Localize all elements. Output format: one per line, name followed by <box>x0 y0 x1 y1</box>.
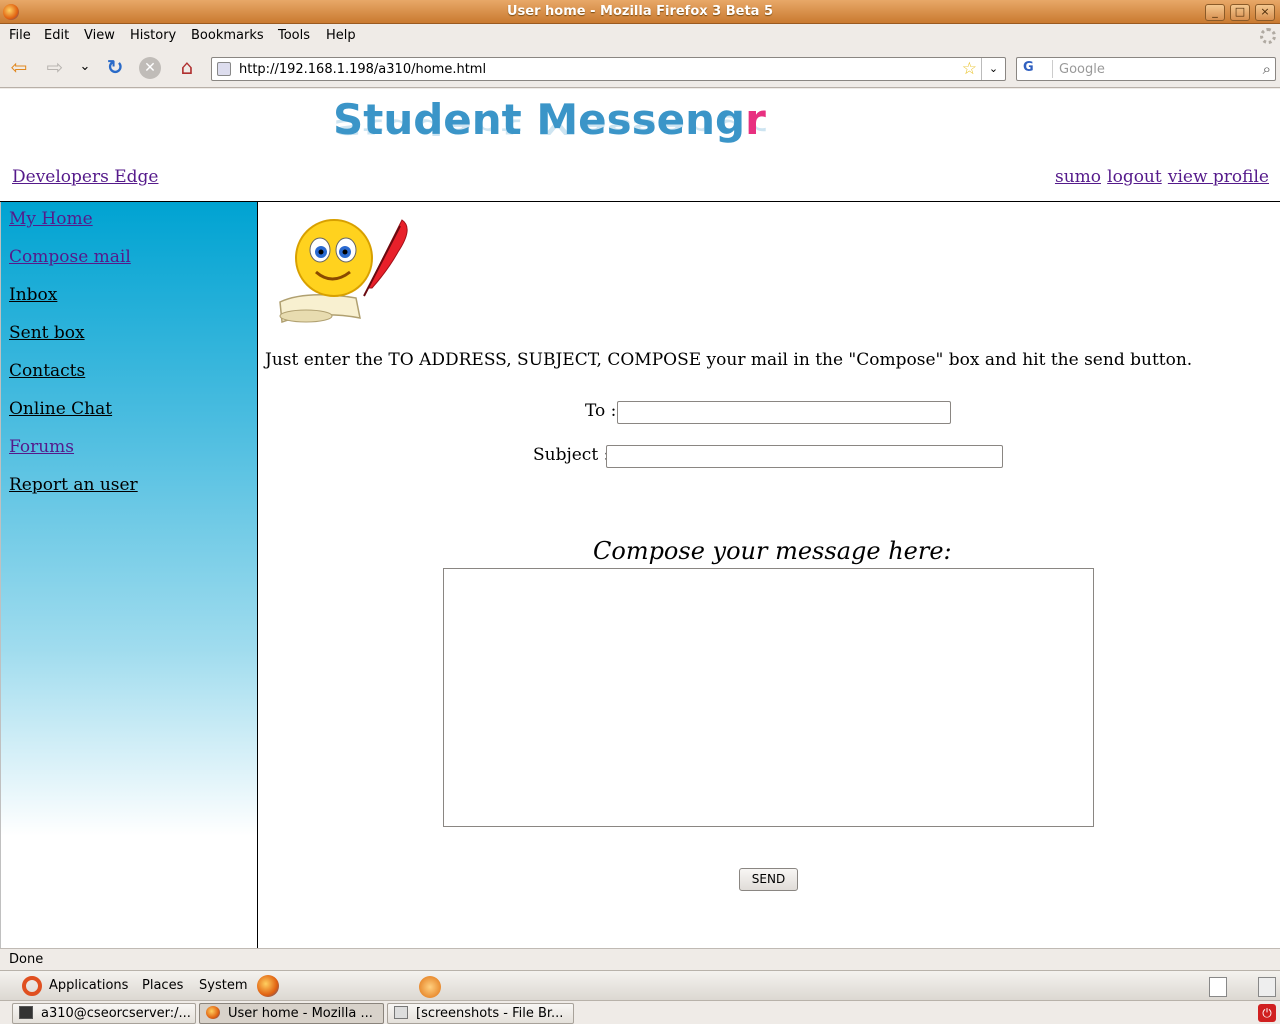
view-profile-link[interactable]: view profile <box>1168 167 1269 187</box>
system-menu[interactable]: System <box>199 978 247 993</box>
url-dropdown-icon[interactable]: ⌄ <box>981 58 1005 80</box>
developers-edge-link[interactable]: Developers Edge <box>12 167 158 187</box>
menu-help[interactable]: Help <box>326 28 356 43</box>
throbber-icon <box>1260 28 1276 44</box>
stop-button[interactable]: ✕ <box>139 57 161 79</box>
task-file-browser[interactable]: [screenshots - File Br... <box>387 1003 574 1024</box>
compose-instructions: Just enter the TO ADDRESS, SUBJECT, COMP… <box>265 350 1193 370</box>
web-page: Student Messengr Student Messengr Develo… <box>0 89 1280 948</box>
close-button[interactable]: × <box>1255 4 1275 21</box>
sidebar: My Home Compose mail Inbox Sent box Cont… <box>0 202 258 948</box>
compose-heading: Compose your message here: <box>593 537 952 565</box>
applications-menu[interactable]: Applications <box>49 978 128 993</box>
subject-field[interactable] <box>606 445 1003 468</box>
task-label: User home - Mozilla ... <box>228 1006 373 1021</box>
firefox-launcher-icon[interactable] <box>257 975 279 997</box>
firefox-icon <box>206 1006 220 1019</box>
places-menu[interactable]: Places <box>142 978 183 993</box>
window-title: User home - Mozilla Firefox 3 Beta 5 <box>506 4 774 19</box>
maximize-button[interactable]: □ <box>1230 4 1250 21</box>
ubuntu-logo-icon[interactable] <box>22 976 42 996</box>
sidebar-item-forums[interactable]: Forums <box>9 437 74 457</box>
power-icon[interactable]: ⏻ <box>1258 1004 1276 1022</box>
send-button[interactable]: SEND <box>739 868 798 891</box>
task-label: [screenshots - File Br... <box>416 1006 564 1021</box>
compose-panel: Just enter the TO ADDRESS, SUBJECT, COMP… <box>258 202 1280 948</box>
menu-tools[interactable]: Tools <box>278 28 310 43</box>
update-notifier-icon[interactable] <box>419 976 441 998</box>
task-label: a310@cseorcserver:/... <box>41 1006 191 1021</box>
sidebar-item-inbox[interactable]: Inbox <box>9 285 57 305</box>
sidebar-item-report-user[interactable]: Report an user <box>9 475 138 495</box>
trash-icon[interactable] <box>1258 977 1276 997</box>
menu-bookmarks[interactable]: Bookmarks <box>191 28 264 43</box>
search-input[interactable]: Google <box>1059 62 1105 77</box>
taskbar: a310@cseorcserver:/... User home - Mozil… <box>0 1000 1280 1024</box>
sidebar-item-online-chat[interactable]: Online Chat <box>9 399 112 419</box>
task-terminal[interactable]: a310@cseorcserver:/... <box>12 1003 196 1024</box>
search-engine-icon[interactable]: G <box>1019 60 1053 78</box>
file-browser-icon <box>394 1006 408 1019</box>
status-text: Done <box>9 952 44 967</box>
reload-button[interactable]: ↻ <box>103 56 127 80</box>
smiley-writing-icon <box>279 219 408 324</box>
terminal-icon <box>19 1006 33 1019</box>
bookmark-star-icon[interactable]: ☆ <box>962 59 977 79</box>
to-field[interactable] <box>617 401 951 424</box>
forward-button[interactable]: ⇨ <box>43 56 67 80</box>
url-text[interactable]: http://192.168.1.198/a310/home.html <box>239 62 486 77</box>
username-link[interactable]: sumo <box>1055 167 1101 187</box>
menu-view[interactable]: View <box>84 28 115 43</box>
url-bar[interactable]: http://192.168.1.198/a310/home.html ☆ ⌄ <box>211 57 1006 81</box>
menu-bar: File Edit View History Bookmarks Tools H… <box>0 24 1280 48</box>
minimize-button[interactable]: _ <box>1205 4 1225 21</box>
sidebar-item-sent-box[interactable]: Sent box <box>9 323 85 343</box>
site-identity-icon[interactable] <box>217 62 231 76</box>
menu-history[interactable]: History <box>130 28 176 43</box>
search-icon[interactable]: ⌕ <box>1263 60 1271 78</box>
back-button[interactable]: ⇦ <box>7 56 31 80</box>
search-bar[interactable]: G Google ⌕ <box>1016 57 1276 81</box>
menu-edit[interactable]: Edit <box>44 28 69 43</box>
sidebar-item-my-home[interactable]: My Home <box>9 209 93 229</box>
sidebar-item-contacts[interactable]: Contacts <box>9 361 85 381</box>
to-label: To : <box>585 401 617 421</box>
notes-applet-icon[interactable] <box>1209 977 1227 997</box>
logo-text: Student Messeng <box>333 95 746 144</box>
subject-label: Subject : <box>533 445 610 465</box>
gnome-panel: Applications Places System <box>0 970 1280 1000</box>
message-textarea[interactable] <box>443 568 1094 827</box>
window-titlebar: User home - Mozilla Firefox 3 Beta 5 _ □… <box>0 0 1280 24</box>
status-bar: Done <box>0 948 1280 970</box>
logout-link[interactable]: logout <box>1107 167 1162 187</box>
home-button[interactable]: ⌂ <box>175 56 199 80</box>
logo-accent: r <box>745 95 766 144</box>
menu-file[interactable]: File <box>9 28 31 43</box>
sidebar-item-compose-mail[interactable]: Compose mail <box>9 247 131 267</box>
site-logo: Student Messengr <box>333 95 766 144</box>
task-firefox[interactable]: User home - Mozilla ... <box>199 1003 384 1024</box>
history-dropdown-icon[interactable]: ⌄ <box>73 56 97 80</box>
